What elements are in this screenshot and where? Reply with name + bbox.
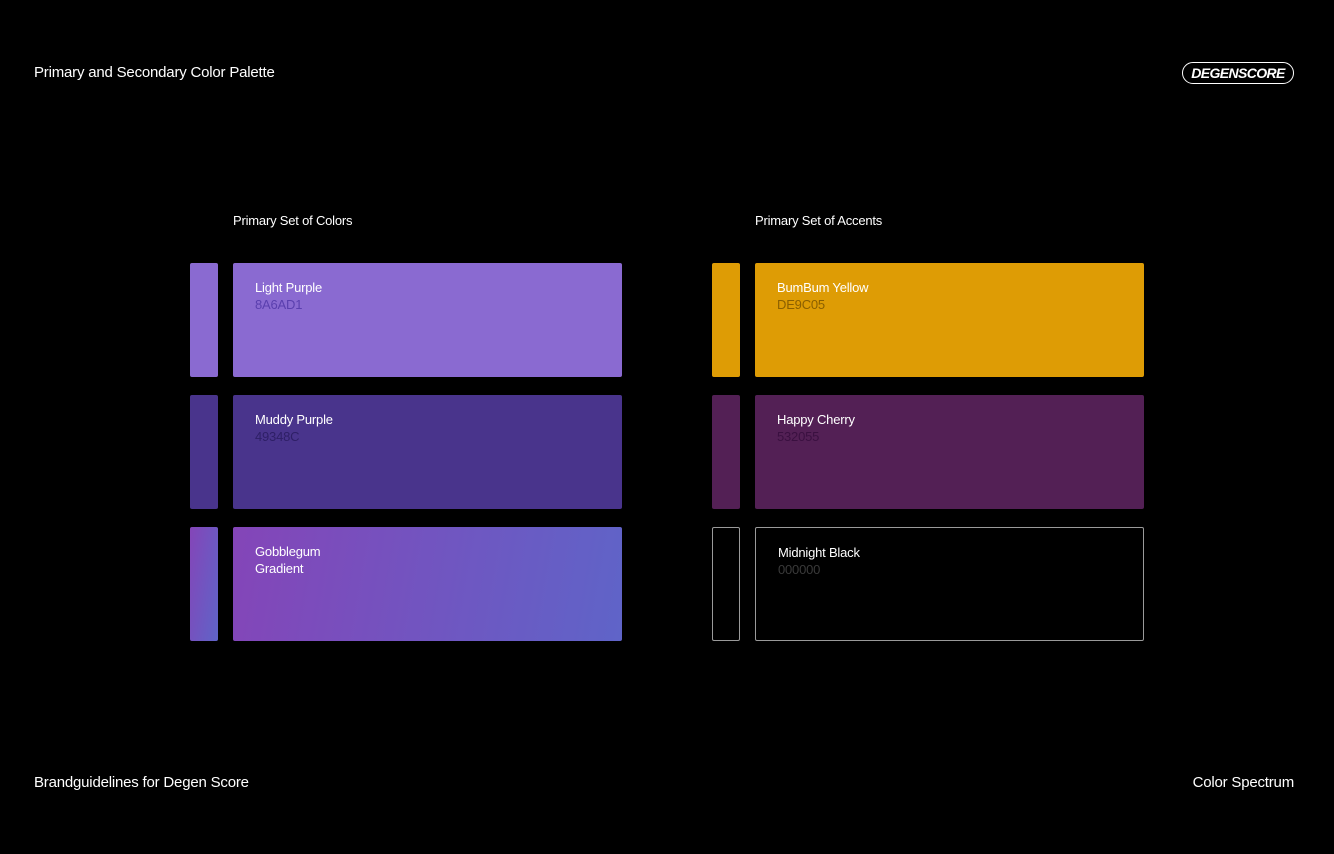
swatch-name: Happy Cherry [777,412,855,427]
muddy-purple-chip [190,395,218,509]
footer-section-title: Color Spectrum [1192,774,1295,791]
happy-cherry-chip [712,395,740,509]
midnight-black-chip [712,527,740,641]
degenscore-logo: DEGENSCORE [1182,62,1294,84]
swatch-hex-code: 000000 [778,562,821,577]
swatch-hex-code: 49348C [255,429,300,444]
muddy-purple-swatch: Muddy Purple 49348C [233,395,622,509]
bumbum-yellow-swatch: BumBum Yellow DE9C05 [755,263,1144,377]
swatch-hex-code: 532055 [777,429,820,444]
swatch-name: BumBum Yellow [777,280,869,295]
swatch-name: Midnight Black [778,545,860,560]
page-title: Primary and Secondary Color Palette [34,64,275,81]
primary-accents-heading: Primary Set of Accents [755,213,883,228]
light-purple-chip [190,263,218,377]
swatch-name: Light Purple [255,280,322,295]
bumbum-yellow-chip [712,263,740,377]
swatch-hex-code: 8A6AD1 [255,297,303,312]
swatch-name: Muddy Purple [255,412,333,427]
gobblegum-gradient-swatch: Gobblegum Gradient [233,527,622,641]
footer-brand-text: Brandguidelines for Degen Score [34,774,249,791]
swatch-hex-code: DE9C05 [777,297,825,312]
gobblegum-gradient-chip [190,527,218,641]
happy-cherry-swatch: Happy Cherry 532055 [755,395,1144,509]
midnight-black-swatch: Midnight Black 000000 [755,527,1144,641]
swatch-name: Gobblegum Gradient [255,544,321,576]
light-purple-swatch: Light Purple 8A6AD1 [233,263,622,377]
primary-colors-heading: Primary Set of Colors [233,213,353,228]
